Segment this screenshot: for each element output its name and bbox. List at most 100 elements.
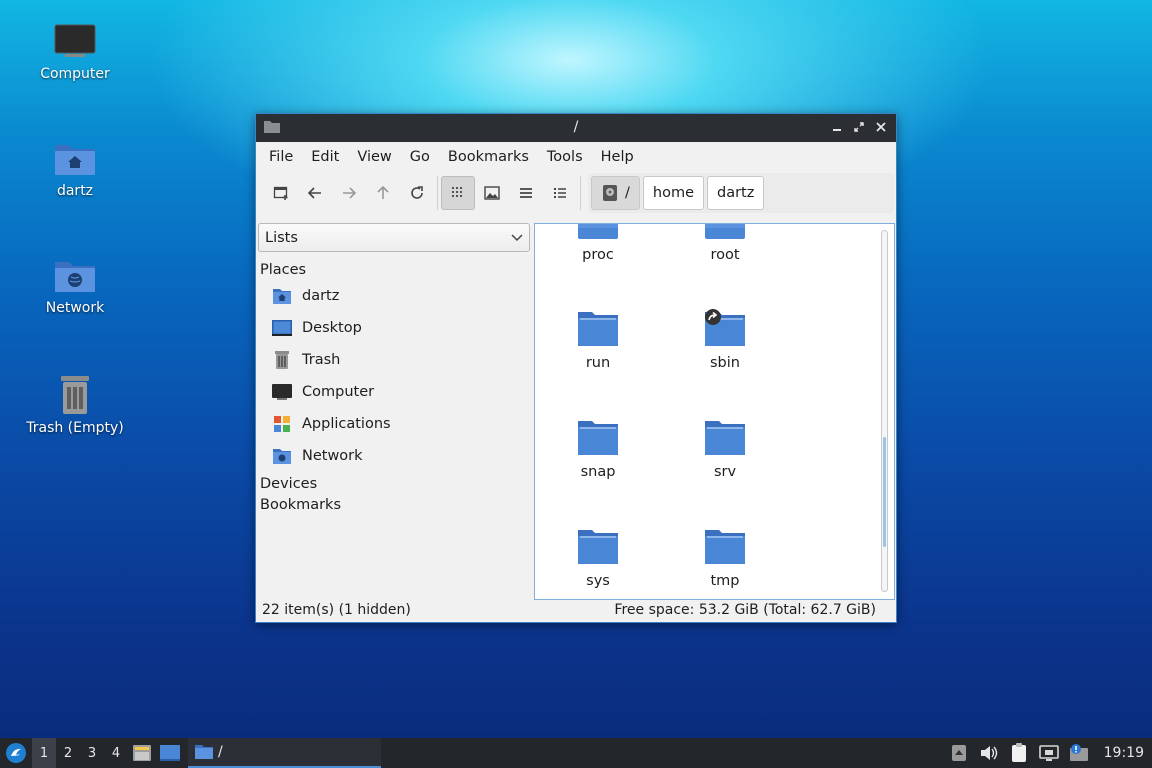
show-desktop-button[interactable] [156, 738, 184, 768]
file-item-label: root [710, 247, 740, 263]
sidebar-item-network[interactable]: Network [258, 440, 530, 472]
home-folder-icon [273, 289, 291, 304]
up-button[interactable] [366, 176, 400, 210]
workspace-1[interactable]: 1 [32, 738, 56, 768]
file-item-sys[interactable]: sys [543, 527, 653, 589]
wired-network-icon [1038, 745, 1059, 761]
drive-icon [603, 185, 617, 201]
maximize-button[interactable] [850, 118, 868, 136]
trash-icon [61, 376, 89, 414]
new-tab-button[interactable] [264, 176, 298, 210]
arrow-up-icon [377, 186, 389, 199]
devices-heading[interactable]: Devices [258, 476, 530, 492]
sidebar-item-label: dartz [302, 288, 340, 304]
arrow-left-icon [308, 187, 321, 199]
file-item-srv[interactable]: srv [670, 418, 780, 480]
sidebar-item-dartz[interactable]: dartz [258, 280, 530, 312]
file-item-label: sys [586, 573, 610, 589]
workspace-2[interactable]: 2 [56, 738, 80, 768]
icon-view-button[interactable] [441, 176, 475, 210]
volume-button[interactable] [978, 742, 1000, 764]
sidebar-item-label: Trash [302, 352, 341, 368]
desktop-icon-computer[interactable]: Computer [10, 22, 140, 82]
folder-icon [578, 312, 618, 346]
file-item-run[interactable]: run [543, 309, 653, 371]
folder-icon [578, 530, 618, 564]
folder-icon [578, 224, 618, 239]
chevron-up-icon [951, 745, 966, 761]
tray-arrow-button[interactable] [948, 742, 970, 764]
detailed-view-button[interactable] [543, 176, 577, 210]
forward-button[interactable] [332, 176, 366, 210]
desktop-icon-label: dartz [56, 183, 94, 199]
sidebar-item-applications[interactable]: Applications [258, 408, 530, 440]
bookmarks-heading[interactable]: Bookmarks [258, 497, 530, 513]
folder-icon [195, 745, 213, 759]
file-item-root[interactable]: root [670, 224, 780, 263]
sidebar-item-computer[interactable]: Computer [258, 376, 530, 408]
workspace-4[interactable]: 4 [104, 738, 128, 768]
menu-file[interactable]: File [260, 149, 302, 165]
sidebar-item-trash[interactable]: Trash [258, 344, 530, 376]
compact-view-button[interactable] [509, 176, 543, 210]
desktop-icon-trash[interactable]: Trash (Empty) [10, 372, 140, 436]
breadcrumb-root[interactable]: / [591, 176, 640, 210]
window-titlebar[interactable]: / [256, 114, 896, 142]
desktop-icon-home[interactable]: dartz [10, 139, 140, 199]
menu-go[interactable]: Go [401, 149, 439, 165]
minimize-button[interactable] [828, 118, 846, 136]
launch-file-manager-button[interactable] [128, 738, 156, 768]
breadcrumb-root-label: / [625, 185, 630, 201]
menu-tools[interactable]: Tools [538, 149, 592, 165]
reload-button[interactable] [400, 176, 434, 210]
side-pane-mode-value: Lists [265, 229, 298, 246]
start-menu-button[interactable] [0, 738, 32, 768]
folder-icon [705, 224, 745, 239]
file-item-label: run [585, 355, 611, 371]
places-heading[interactable]: Places [258, 262, 530, 278]
file-item-snap[interactable]: snap [543, 418, 653, 480]
trash-icon [275, 351, 289, 369]
network-status-button[interactable] [1038, 742, 1060, 764]
folder-icon [705, 421, 745, 455]
network-folder-icon [55, 262, 95, 292]
close-button[interactable] [872, 118, 890, 136]
menu-help[interactable]: Help [592, 149, 643, 165]
item-count: 22 item(s) (1 hidden) [262, 602, 411, 618]
sidebar-item-desktop[interactable]: Desktop [258, 312, 530, 344]
breadcrumb-home[interactable]: home [642, 176, 704, 210]
scrollbar-thumb[interactable] [883, 437, 886, 547]
system-tray: 19:19 [948, 738, 1152, 768]
file-item-sbin[interactable]: sbin [670, 309, 780, 371]
desktop-icon-label: Network [45, 300, 105, 316]
sidebar-item-label: Network [302, 448, 363, 464]
task-file-manager[interactable]: / [188, 738, 381, 768]
side-pane-mode-select[interactable]: Lists [258, 223, 530, 252]
chevron-down-icon [511, 233, 523, 241]
updates-notifier-button[interactable] [1068, 742, 1090, 764]
menu-edit[interactable]: Edit [302, 149, 348, 165]
back-button[interactable] [298, 176, 332, 210]
breadcrumb-dartz[interactable]: dartz [707, 176, 765, 210]
file-item-label: proc [582, 247, 614, 263]
vertical-scrollbar[interactable] [881, 230, 888, 592]
menu-view[interactable]: View [348, 149, 400, 165]
minimize-icon [833, 129, 841, 131]
path-bar: / home dartz [588, 173, 894, 213]
desktop-icon-network[interactable]: Network [10, 256, 140, 316]
file-view[interactable]: proc root run sbin snap srv sys tmp [534, 223, 895, 600]
desktop-icon [272, 320, 292, 336]
folder-icon [578, 421, 618, 455]
thumbnail-view-button[interactable] [475, 176, 509, 210]
menu-bar: File Edit View Go Bookmarks Tools Help [256, 142, 896, 172]
workspace-3[interactable]: 3 [80, 738, 104, 768]
file-item-tmp[interactable]: tmp [670, 527, 780, 589]
file-item-proc[interactable]: proc [543, 224, 653, 263]
clipboard-button[interactable] [1008, 742, 1030, 764]
file-manager-window: / File Edit View Go Bookmarks Tools Help [255, 113, 897, 623]
detailed-list-icon [554, 188, 566, 198]
reload-icon [411, 186, 423, 199]
clock[interactable]: 19:19 [1104, 745, 1144, 761]
menu-bookmarks[interactable]: Bookmarks [439, 149, 538, 165]
sidebar-item-label: Applications [302, 416, 391, 432]
